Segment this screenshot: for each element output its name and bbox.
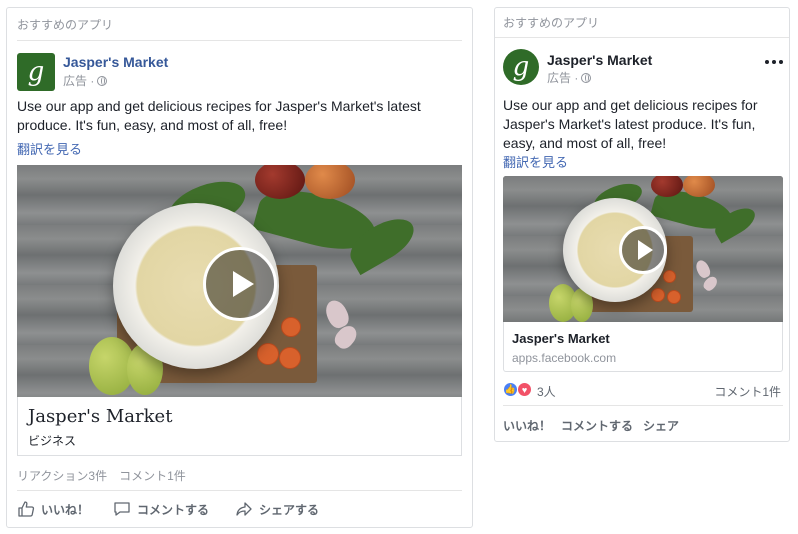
share-button[interactable]: シェアする <box>235 500 319 518</box>
like-label: いいね！ <box>503 419 552 433</box>
sponsored-label: 広告 · <box>63 74 95 88</box>
post-text: Use our app and get delicious recipes fo… <box>17 98 421 133</box>
link-title: Jasper's Market <box>28 406 173 427</box>
globe-icon <box>97 75 108 86</box>
carrot-slice <box>281 317 301 337</box>
page-avatar[interactable]: g <box>17 53 55 91</box>
translate-link[interactable]: 翻訳を見る <box>17 139 82 158</box>
carrot-slice <box>257 343 279 365</box>
more-icon <box>765 60 769 64</box>
like-icon <box>18 501 35 517</box>
carrot-slice <box>651 288 665 302</box>
play-button[interactable] <box>203 247 277 321</box>
page-name-link[interactable]: Jasper's Market <box>63 54 168 70</box>
comment-label: コメントする <box>561 419 634 433</box>
video-thumbnail[interactable] <box>503 176 783 322</box>
sponsored-meta: 広告 · <box>63 72 108 89</box>
desktop-ad-card: おすすめのアプリ g Jasper's Market 広告 · Use our … <box>6 7 473 528</box>
like-reaction-icon: 👍 <box>503 382 518 397</box>
carrot-slice <box>279 347 301 369</box>
carrot-slice <box>667 290 681 304</box>
more-icon <box>772 60 776 64</box>
globe-icon <box>581 72 592 83</box>
love-reaction-icon: ♥ <box>517 382 532 397</box>
more-icon <box>779 60 783 64</box>
comment-label: コメントする <box>137 502 210 517</box>
comment-icon <box>114 502 130 516</box>
link-subtitle: ビジネス <box>28 434 77 448</box>
comment-button[interactable]: コメントする <box>113 500 209 518</box>
avatar-letter: g <box>512 52 530 82</box>
like-button[interactable]: いいね！ <box>17 500 89 518</box>
avatar-letter: g <box>27 57 45 87</box>
comment-count[interactable]: コメント1件 <box>714 383 781 400</box>
actions-divider <box>17 490 462 491</box>
video-thumbnail[interactable] <box>17 165 462 397</box>
reaction-count[interactable]: 3人 <box>537 383 556 400</box>
share-label: シェアする <box>259 502 320 517</box>
header-divider <box>17 40 462 41</box>
mobile-ad-card: おすすめのアプリ g Jasper's Market 広告 · Use our … <box>494 7 790 442</box>
share-icon <box>236 502 252 516</box>
carrot-slice <box>663 270 676 283</box>
play-icon <box>638 240 653 260</box>
sponsored-label: 広告 · <box>547 71 579 85</box>
section-header: おすすめのアプリ <box>17 18 114 32</box>
section-header: おすすめのアプリ <box>503 16 600 30</box>
post-text: Use our app and get delicious recipes fo… <box>503 97 758 151</box>
like-button[interactable]: いいね！ <box>503 417 551 434</box>
translate-link[interactable]: 翻訳を見る <box>503 152 568 171</box>
page-name-link[interactable]: Jasper's Market <box>547 52 652 68</box>
like-label: いいね！ <box>41 502 90 517</box>
play-button[interactable] <box>619 226 667 274</box>
play-icon <box>232 271 254 297</box>
link-preview[interactable]: Jasper's Market apps.facebook.com <box>503 322 783 372</box>
page-avatar[interactable]: g <box>503 49 539 85</box>
sponsored-meta: 広告 · <box>547 69 592 86</box>
header-divider <box>495 37 789 38</box>
engagement-stats[interactable]: リアクション3件 コメント1件 <box>17 467 186 484</box>
share-label: シェア <box>643 419 680 433</box>
actions-divider <box>503 405 783 406</box>
link-title: Jasper's Market <box>512 331 610 346</box>
link-domain: apps.facebook.com <box>512 351 617 365</box>
comment-button[interactable]: コメントする <box>561 417 633 434</box>
more-options-button[interactable] <box>765 60 783 64</box>
share-button[interactable]: シェア <box>643 417 679 434</box>
link-preview[interactable]: Jasper's Market ビジネス <box>17 397 462 456</box>
